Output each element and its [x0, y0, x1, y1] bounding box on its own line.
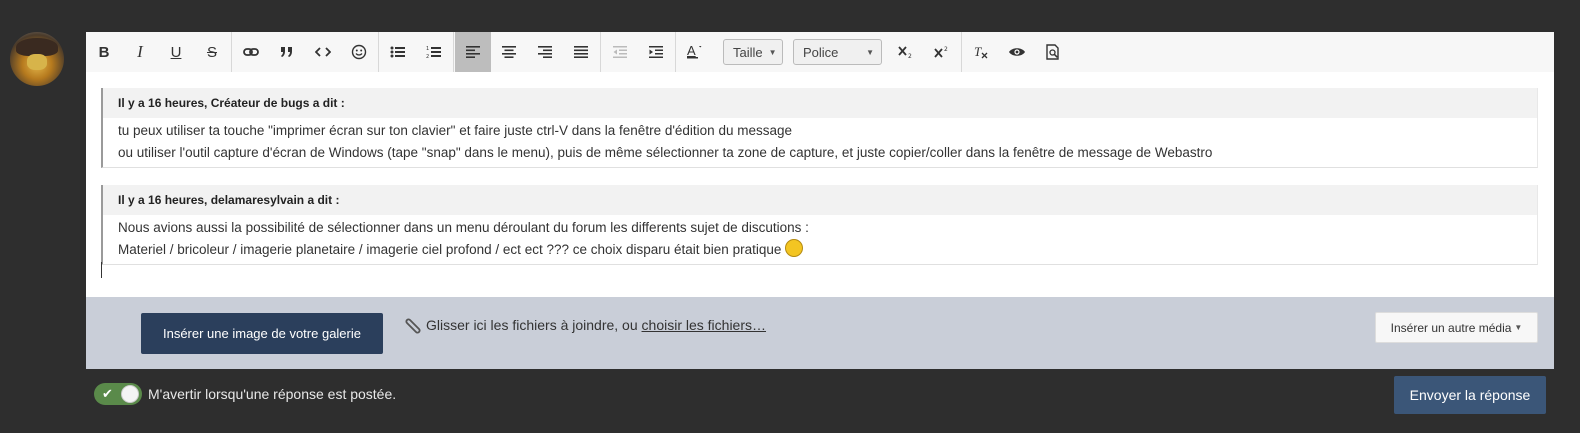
file-drop-text: Glisser ici les fichiers à joindre, ou	[426, 317, 642, 333]
document-preview-icon[interactable]	[1035, 32, 1071, 72]
quote-header: Il y a 16 heures, delamaresylvain a dit …	[103, 185, 1537, 215]
quote-header: Il y a 16 heures, Créateur de bugs a dit…	[103, 88, 1537, 118]
text-cursor	[101, 262, 102, 278]
align-center-icon[interactable]	[491, 32, 527, 72]
svg-text:1: 1	[426, 46, 429, 52]
emoji-icon[interactable]	[341, 32, 377, 72]
notify-label: M'avertir lorsqu'une réponse est postée.	[148, 386, 397, 402]
svg-text:T: T	[974, 45, 982, 59]
indent-icon[interactable]	[638, 32, 674, 72]
toolbar-separator	[453, 32, 454, 72]
svg-text:2: 2	[908, 53, 912, 59]
toggle-knob	[121, 385, 139, 403]
notify-toggle[interactable]: ✔	[94, 383, 142, 405]
choose-files-link[interactable]: choisir les fichiers…	[642, 317, 766, 333]
insert-media-button[interactable]: Insérer un autre média ▼	[1375, 312, 1538, 343]
svg-text:2: 2	[944, 46, 948, 53]
chevron-down-icon: ▼	[866, 47, 874, 57]
bold-button[interactable]: B	[86, 32, 122, 72]
superscript-icon[interactable]: 2	[924, 32, 960, 72]
quote-line-wrap: Materiel / bricoleur / imagerie planetai…	[118, 239, 1522, 261]
font-family-select-label: Police	[803, 44, 839, 60]
quote-block: Il y a 16 heures, Créateur de bugs a dit…	[101, 88, 1538, 168]
svg-text:2: 2	[426, 54, 429, 59]
attachment-bar: Insérer une image de votre galerie Gliss…	[86, 297, 1554, 369]
quote-line: Nous avions aussi la possibilité de séle…	[118, 220, 809, 235]
caret-down-icon: ▼	[1514, 323, 1523, 332]
clear-format-icon[interactable]: T	[963, 32, 999, 72]
code-icon[interactable]	[305, 32, 341, 72]
send-reply-button[interactable]: Envoyer la réponse	[1394, 376, 1546, 414]
text-color-icon[interactable]: A	[677, 32, 713, 72]
paperclip-icon	[402, 315, 424, 346]
link-icon[interactable]	[233, 32, 269, 72]
file-drop-zone[interactable]: Glisser ici les fichiers à joindre, ou c…	[426, 317, 766, 333]
strikethrough-button[interactable]: S	[194, 32, 230, 72]
numbered-list-icon[interactable]: 12	[416, 32, 452, 72]
font-size-select[interactable]: Taille ▼	[723, 39, 783, 65]
quote-body: Nous avions aussi la possibilité de séle…	[103, 215, 1537, 264]
align-left-icon[interactable]	[455, 32, 491, 72]
quote-body: tu peux utiliser ta touche "imprimer écr…	[103, 118, 1537, 167]
quote-line: tu peux utiliser ta touche "imprimer écr…	[118, 123, 792, 138]
preview-eye-icon[interactable]	[999, 32, 1035, 72]
insert-media-label: Insérer un autre média	[1390, 320, 1512, 335]
justify-icon[interactable]	[563, 32, 599, 72]
svg-text:A: A	[687, 44, 696, 58]
quote-icon[interactable]	[269, 32, 305, 72]
editor-content[interactable]: Il y a 16 heures, Créateur de bugs a dit…	[86, 72, 1554, 297]
underline-button[interactable]: U	[158, 32, 194, 72]
quote-block: Il y a 16 heures, delamaresylvain a dit …	[101, 185, 1538, 265]
avatar-face	[27, 54, 47, 70]
wink-smiley-icon	[785, 239, 804, 258]
quote-line: Materiel / bricoleur / imagerie planetai…	[118, 242, 782, 257]
user-avatar[interactable]	[10, 32, 64, 86]
insert-gallery-image-button[interactable]: Insérer une image de votre galerie	[141, 313, 383, 354]
bullet-list-icon[interactable]	[380, 32, 416, 72]
outdent-icon[interactable]	[602, 32, 638, 72]
editor-toolbar: B I U S 12 A Taille ▼ Police ▼ 2 2 T	[86, 32, 1554, 72]
rich-text-editor: B I U S 12 A Taille ▼ Police ▼ 2 2 T Il …	[86, 32, 1554, 369]
toolbar-separator	[675, 32, 676, 72]
italic-button[interactable]: I	[122, 32, 158, 72]
toolbar-separator	[378, 32, 379, 72]
quote-line: ou utiliser l'outil capture d'écran de W…	[118, 145, 1213, 160]
align-right-icon[interactable]	[527, 32, 563, 72]
toolbar-separator	[600, 32, 601, 72]
toolbar-separator	[231, 32, 232, 72]
font-family-select[interactable]: Police ▼	[793, 39, 882, 65]
chevron-down-icon: ▼	[768, 47, 777, 57]
toolbar-separator	[961, 32, 962, 72]
checkmark-icon: ✔	[102, 386, 113, 401]
subscript-icon[interactable]: 2	[888, 32, 924, 72]
font-size-select-label: Taille	[733, 44, 763, 60]
